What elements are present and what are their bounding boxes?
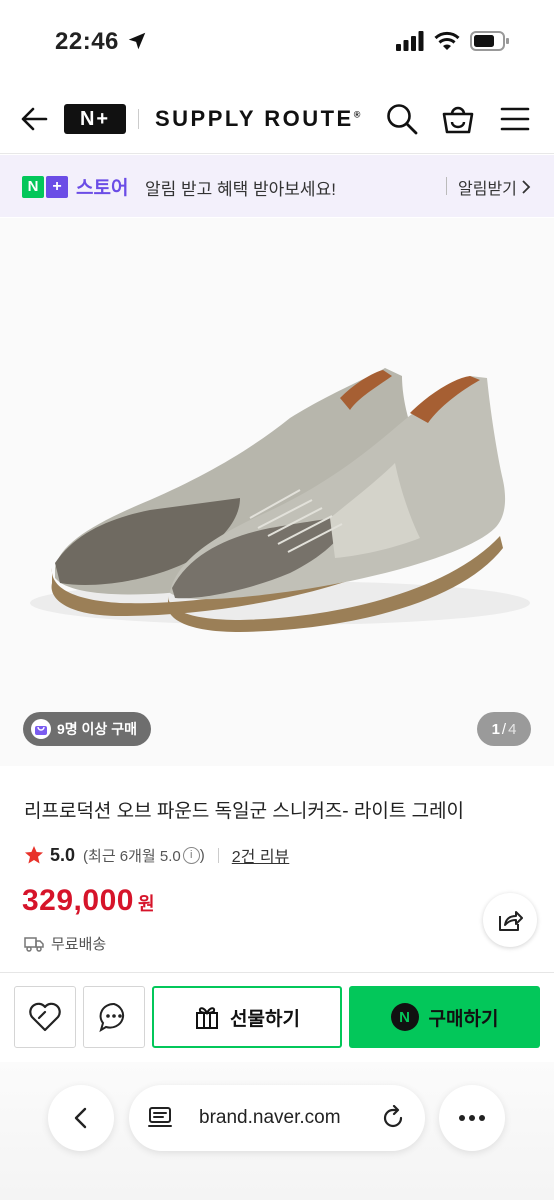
reload-icon[interactable] — [380, 1105, 406, 1131]
signal-icon — [396, 31, 424, 51]
promo-divider — [446, 177, 447, 195]
purchase-count-label: 9명 이상 구매 — [57, 721, 137, 737]
browser-toolbar: brand.naver.com — [0, 1062, 554, 1200]
notify-link-label: 알림받기 — [458, 181, 517, 198]
pager-current: 1 — [491, 720, 500, 738]
share-button[interactable] — [483, 893, 537, 947]
registered-mark: ® — [353, 109, 361, 120]
promo-message: 알림 받고 혜택 받아보세요! — [145, 180, 336, 199]
price-currency: 원 — [137, 894, 155, 914]
naver-pay-icon: N — [390, 1003, 419, 1031]
store-label: 스토어 — [76, 178, 129, 199]
reader-icon — [148, 1107, 172, 1127]
status-time: 22:46 — [55, 28, 119, 55]
chat-button[interactable] — [83, 986, 145, 1048]
notify-link[interactable]: 알림받기 — [458, 175, 531, 199]
buy-label: 구매하기 — [428, 1008, 499, 1030]
cart-icon[interactable] — [440, 101, 476, 137]
brand-name-text: SUPPLY ROUTE — [155, 106, 354, 131]
image-pager: 1 / 4 — [477, 712, 531, 746]
info-icon[interactable]: i — [182, 846, 200, 864]
buy-button[interactable]: N 구매하기 — [349, 986, 540, 1048]
store-promo-banner[interactable]: N + 스토어 알림 받고 혜택 받아보세요! 알림받기 — [0, 155, 554, 217]
status-icons — [396, 30, 510, 52]
naver-plus-logo[interactable]: N+ — [64, 104, 126, 134]
back-arrow-icon[interactable] — [18, 102, 52, 136]
rating-divider — [217, 847, 219, 863]
price-value: 329,000 — [22, 884, 134, 917]
shipping-label: 무료배송 — [51, 936, 107, 953]
browser-back-icon — [74, 1107, 87, 1129]
location-arrow-icon — [128, 32, 146, 50]
recent-rating: (최근 6개월 5.0 — [83, 847, 181, 865]
pager-separator: / — [501, 720, 507, 738]
wishlist-button[interactable] — [14, 986, 76, 1048]
truck-icon — [24, 936, 44, 952]
header-divider — [138, 109, 139, 129]
product-image-carousel[interactable]: 9명 이상 구매 1 / 4 — [0, 218, 554, 766]
gift-button[interactable]: 선물하기 — [152, 986, 342, 1048]
chevron-right-icon — [522, 180, 531, 194]
plus-mark: + — [46, 175, 68, 198]
more-options-button[interactable] — [439, 1085, 505, 1151]
purchase-count-badge: 9명 이상 구매 — [23, 712, 151, 746]
naver-n-mark: N — [22, 175, 44, 198]
share-icon — [499, 911, 523, 931]
shipping-info: 무료배송 — [24, 933, 106, 954]
rating-value: 5.0 — [50, 844, 76, 865]
chat-icon — [99, 1002, 125, 1033]
rating-row: 5.0 (최근 6개월 5.0 i ) 2건 리뷰 — [24, 843, 289, 867]
brand-name[interactable]: SUPPLY ROUTE® — [155, 106, 360, 132]
purchase-action-bar: 선물하기 N 구매하기 — [0, 972, 554, 1062]
url-text: brand.naver.com — [199, 1107, 341, 1128]
status-bar: 22:46 — [0, 0, 554, 84]
address-bar[interactable]: brand.naver.com — [129, 1085, 425, 1151]
review-count-link[interactable]: 2건 리뷰 — [232, 843, 290, 867]
bag-icon — [31, 719, 51, 739]
store-header: N+ SUPPLY ROUTE® — [0, 84, 554, 154]
price-row: 329,000 원 — [22, 884, 155, 918]
star-icon — [25, 846, 43, 864]
gift-icon — [196, 1007, 219, 1029]
pager-total: 4 — [508, 720, 517, 738]
menu-icon[interactable] — [497, 101, 533, 137]
battery-icon — [470, 31, 509, 51]
product-image — [30, 368, 530, 632]
gift-label: 선물하기 — [230, 1008, 300, 1030]
wifi-icon — [434, 31, 460, 50]
heart-icon — [29, 1002, 61, 1032]
recent-rating-close: ) — [199, 846, 205, 864]
naver-plus-store-badge: N + 스토어 — [22, 173, 128, 200]
more-icon — [459, 1115, 485, 1121]
search-icon[interactable] — [384, 101, 420, 137]
browser-back-button[interactable] — [48, 1085, 114, 1151]
product-title: 리프로덕션 오브 파운드 독일군 스니커즈- 라이트 그레이 — [24, 801, 465, 822]
